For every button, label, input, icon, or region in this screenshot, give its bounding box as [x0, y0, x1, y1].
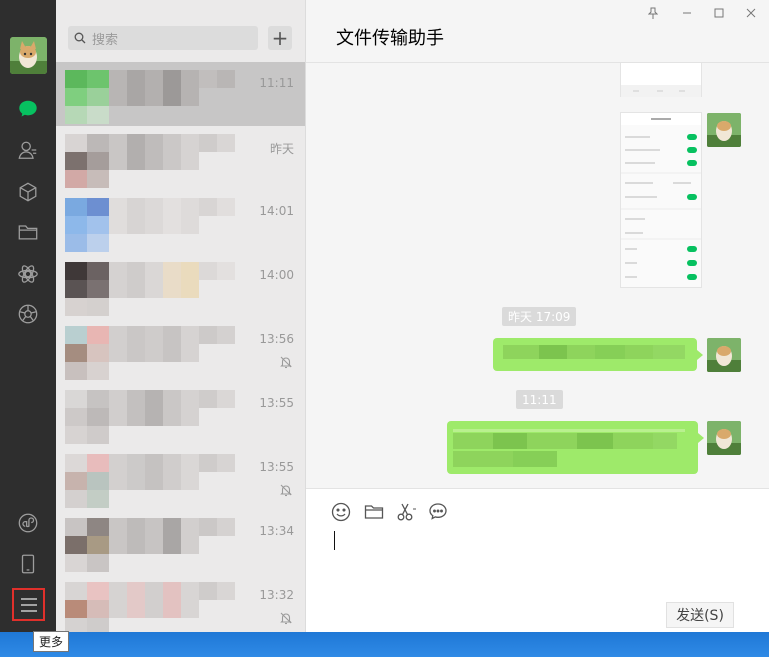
- windows-taskbar: [0, 632, 769, 657]
- conversation-time: 13:32: [259, 588, 294, 602]
- conversation-avatar: [65, 326, 109, 380]
- message-composer[interactable]: 发送(S): [306, 488, 769, 632]
- conversation-item[interactable]: 14:00: [56, 254, 305, 318]
- conversation-time: 13:55: [259, 396, 294, 410]
- chat-icon[interactable]: [16, 97, 40, 121]
- conversation-preview: [109, 262, 235, 316]
- add-button[interactable]: +: [268, 26, 292, 50]
- conversation-time: 14:00: [259, 268, 294, 282]
- conversation-item[interactable]: 13:55: [56, 446, 305, 510]
- search-icon: [74, 32, 86, 44]
- time-divider: 昨天 17:09: [502, 307, 577, 326]
- wechat-window: 搜索 + 11:11 昨天 14:01 14:00 13:56 13:55 13:55 13:…: [0, 0, 769, 632]
- files-icon[interactable]: [16, 220, 40, 244]
- search-input[interactable]: 搜索: [68, 26, 258, 50]
- search-placeholder: 搜索: [92, 32, 119, 48]
- conversation-preview: [109, 582, 235, 632]
- conversation-preview: [109, 134, 235, 188]
- conversation-avatar: [65, 70, 109, 124]
- muted-bell-icon: [279, 482, 293, 497]
- sender-avatar[interactable]: [707, 421, 741, 455]
- conversation-item[interactable]: 11:11: [56, 62, 305, 126]
- conversation-preview: [109, 198, 235, 252]
- moments-icon[interactable]: [16, 262, 40, 286]
- conversation-time: 14:01: [259, 204, 294, 218]
- conversation-avatar: [65, 454, 109, 508]
- conversation-preview: [109, 518, 235, 572]
- menu-icon: [20, 597, 37, 612]
- conversation-time: 13:56: [259, 332, 294, 346]
- conversation-item[interactable]: 昨天: [56, 126, 305, 190]
- muted-bell-icon: [279, 354, 293, 369]
- channels-icon[interactable]: [16, 302, 40, 326]
- conversation-preview: [109, 70, 235, 124]
- conversation-time: 昨天: [269, 142, 294, 156]
- send-button[interactable]: 发送(S): [666, 602, 734, 628]
- conversation-preview: [109, 390, 235, 444]
- chat-history-icon[interactable]: [427, 501, 449, 523]
- sender-avatar[interactable]: [707, 113, 741, 147]
- phone-icon[interactable]: [16, 552, 40, 576]
- conversation-avatar: [65, 390, 109, 444]
- favorites-icon[interactable]: [16, 180, 40, 204]
- pin-icon[interactable]: [646, 6, 660, 20]
- conversation-time: 11:11: [259, 76, 294, 90]
- conversation-item[interactable]: 14:01: [56, 190, 305, 254]
- emoji-icon[interactable]: [330, 501, 352, 523]
- conversation-avatar: [65, 134, 109, 188]
- conversation-avatar: [65, 582, 109, 632]
- contacts-icon[interactable]: [16, 138, 40, 162]
- user-avatar[interactable]: [10, 37, 47, 74]
- conversation-time: 13:34: [259, 524, 294, 538]
- minimize-icon[interactable]: [680, 6, 694, 20]
- more-tooltip: 更多: [33, 631, 69, 652]
- sender-avatar[interactable]: [707, 338, 741, 372]
- conversation-item[interactable]: 13:34: [56, 510, 305, 574]
- time-divider: 11:11: [516, 390, 563, 409]
- image-message[interactable]: [620, 112, 702, 288]
- mini-program-icon[interactable]: [16, 511, 40, 535]
- image-message[interactable]: [620, 63, 702, 97]
- text-caret: [334, 531, 335, 550]
- conversation-list: 搜索 + 11:11 昨天 14:01 14:00 13:56 13:55 13:55 13:…: [56, 0, 306, 632]
- chat-title: 文件传输助手: [336, 28, 444, 49]
- screenshot-scissors-icon[interactable]: [395, 501, 417, 523]
- muted-bell-icon: [279, 610, 293, 625]
- sidebar-rail: [0, 0, 56, 632]
- conversation-avatar: [65, 262, 109, 316]
- conversation-item[interactable]: 13:32: [56, 574, 305, 632]
- conversation-time: 13:55: [259, 460, 294, 474]
- folder-icon[interactable]: [363, 501, 385, 523]
- close-icon[interactable]: [744, 6, 758, 20]
- conversation-avatar: [65, 198, 109, 252]
- conversation-avatar: [65, 518, 109, 572]
- more-menu-button[interactable]: [12, 588, 45, 621]
- maximize-icon[interactable]: [712, 6, 726, 20]
- conversation-item[interactable]: 13:56: [56, 318, 305, 382]
- text-message-bubble[interactable]: [493, 338, 703, 371]
- conversation-preview: [109, 454, 235, 508]
- chat-panel: 文件传输助手 昨天 17:09 11:11 发送(S): [306, 0, 769, 632]
- conversation-item[interactable]: 13:55: [56, 382, 305, 446]
- conversation-preview: [109, 326, 235, 380]
- text-message-bubble[interactable]: [447, 421, 704, 474]
